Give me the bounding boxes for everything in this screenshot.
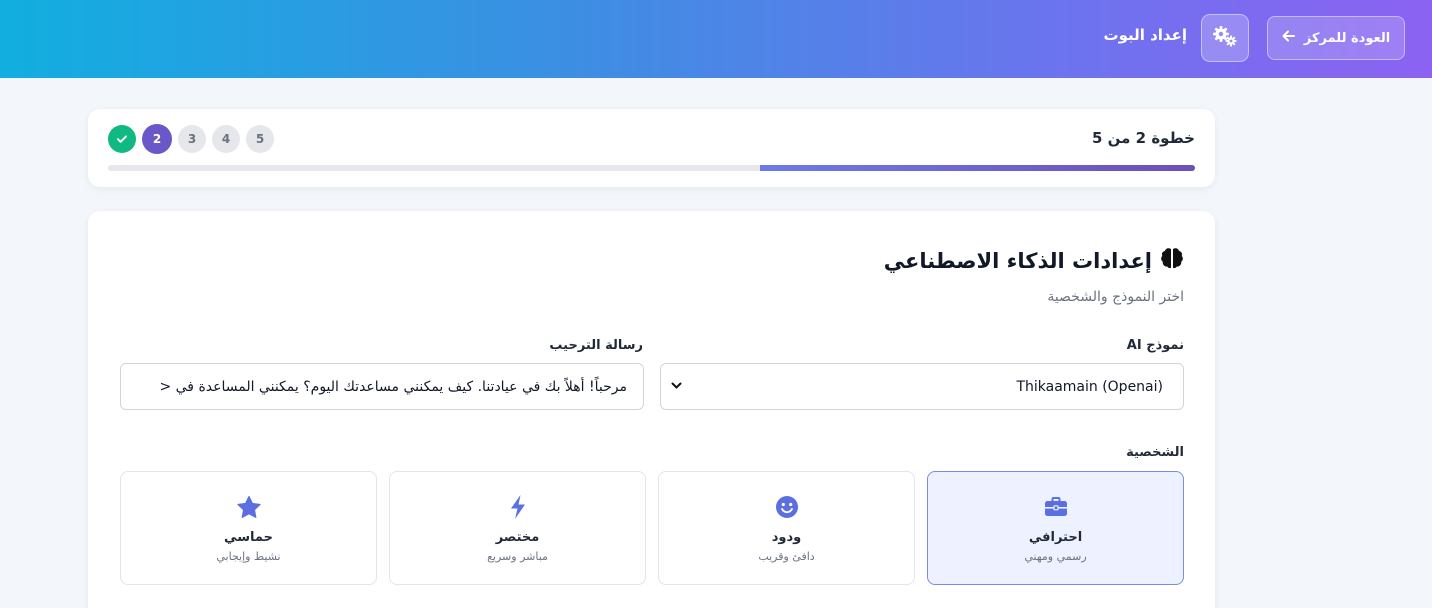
back-to-center-button[interactable]: العودة للمركز [1267, 16, 1405, 60]
persona-name: مختصر [495, 530, 540, 545]
step-3[interactable]: 3 [178, 125, 206, 153]
model-select-value: Thikaamain (Openai) [1016, 378, 1163, 395]
check-icon [117, 135, 127, 143]
persona-desc: دافئ وقريب [758, 550, 815, 563]
personality-options: احترافي رسمي ومهني ودود دافئ وقريب مختصر… [120, 471, 1184, 585]
brain-icon [1160, 247, 1184, 274]
persona-desc: نشيط وإيجابي [216, 550, 281, 563]
persona-name: حماسي [224, 530, 273, 545]
persona-name: ودود [771, 530, 802, 545]
step-4[interactable]: 4 [212, 125, 240, 153]
back-button-label: العودة للمركز [1303, 30, 1391, 46]
section-title-text: إعدادات الذكاء الاصطناعي [883, 248, 1152, 273]
settings-button[interactable] [1201, 14, 1249, 62]
progress-card: خطوة 2 من 5 2 3 4 5 [88, 109, 1215, 187]
bolt-icon [509, 494, 527, 520]
section-subtitle: اختر النموذج والشخصية [1047, 289, 1184, 305]
smile-icon [775, 494, 799, 520]
progress-track [108, 165, 1195, 171]
personality-label: الشخصية [1126, 445, 1184, 460]
page-title: إعداد البوت [1103, 26, 1188, 44]
welcome-message-value: مرحباً! أهلاً بك في عيادتنا. كيف يمكنني … [159, 378, 627, 395]
persona-desc: رسمي ومهني [1024, 550, 1087, 563]
step-indicators: 2 3 4 5 [108, 124, 274, 154]
persona-friendly[interactable]: ودود دافئ وقريب [658, 471, 915, 585]
persona-professional[interactable]: احترافي رسمي ومهني [927, 471, 1184, 585]
briefcase-icon [1044, 494, 1068, 520]
gears-icon [1211, 24, 1239, 52]
welcome-message-label: رسالة الترحيب [549, 338, 643, 353]
top-header: العودة للمركز إعداد البوت [0, 0, 1432, 78]
persona-name: احترافي [1028, 530, 1083, 545]
step-1-done[interactable] [108, 125, 136, 153]
persona-enthusiastic[interactable]: حماسي نشيط وإيجابي [120, 471, 377, 585]
step-5[interactable]: 5 [246, 125, 274, 153]
star-icon [236, 494, 262, 520]
step-2-current[interactable]: 2 [142, 124, 172, 154]
persona-concise[interactable]: مختصر مباشر وسريع [389, 471, 646, 585]
model-label: نموذج AI [1126, 338, 1184, 353]
model-select[interactable]: Thikaamain (Openai) [660, 363, 1184, 410]
chevron-down-icon [671, 380, 682, 393]
progress-fill [760, 165, 1195, 171]
ai-settings-card: إعدادات الذكاء الاصطناعي اختر النموذج وا… [88, 211, 1215, 608]
arrow-right-icon [1282, 29, 1296, 47]
persona-desc: مباشر وسريع [487, 550, 548, 563]
step-counter: خطوة 2 من 5 [1091, 129, 1195, 147]
section-title: إعدادات الذكاء الاصطناعي [884, 247, 1184, 274]
welcome-message-input[interactable]: مرحباً! أهلاً بك في عيادتنا. كيف يمكنني … [120, 363, 644, 410]
